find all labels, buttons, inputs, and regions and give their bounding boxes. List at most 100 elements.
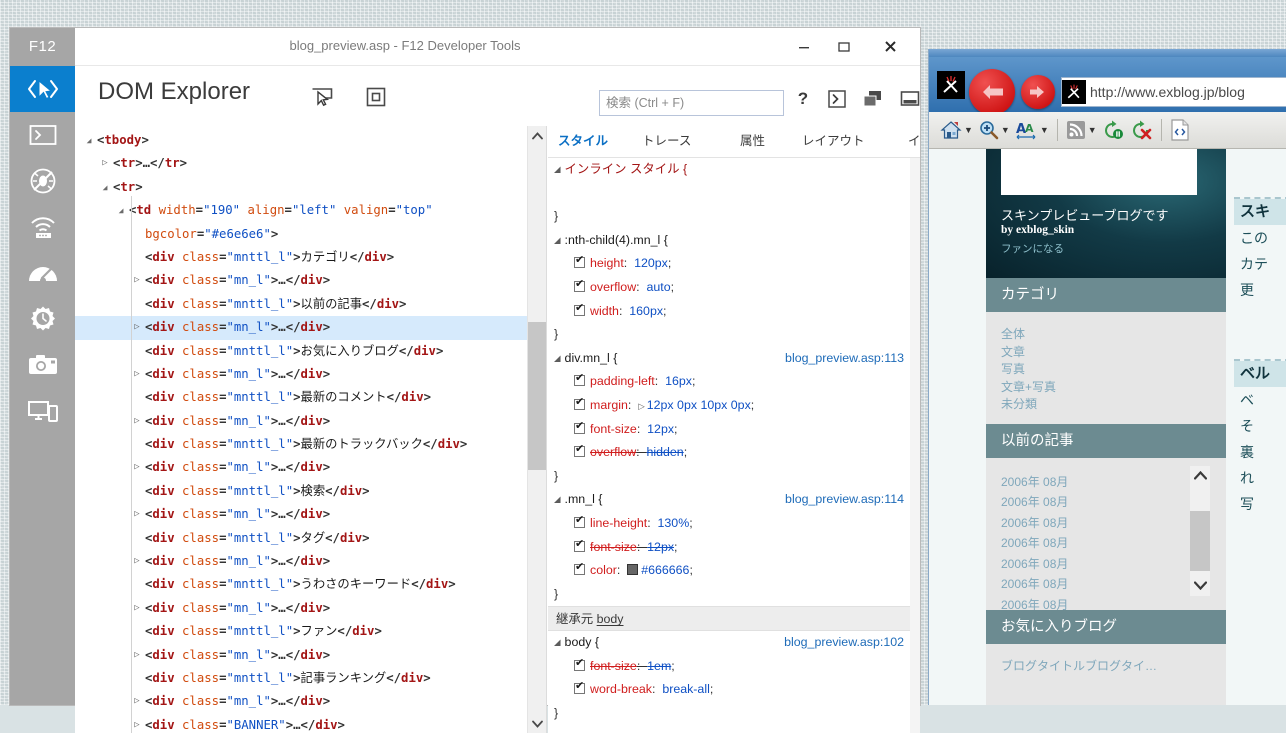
rail-item-emulation[interactable] [10, 388, 75, 434]
twisty-collapsed-icon[interactable]: ▷ [131, 714, 143, 733]
declaration-checkbox[interactable] [574, 371, 585, 387]
dom-node-row[interactable]: <div class="mnttl_l">記事ランキング</div> [75, 667, 528, 690]
declaration-checkbox[interactable] [574, 277, 585, 292]
zoom-button[interactable]: ▼ [979, 120, 1010, 140]
help-button[interactable]: ? [788, 84, 818, 114]
styles-scrollbar[interactable] [910, 158, 920, 733]
css-property-name[interactable]: height [590, 256, 624, 270]
blog-link-favorite-blogs-0[interactable]: ブログタイトルブログタイ… [986, 658, 1226, 676]
css-property-name[interactable]: word-break [590, 682, 652, 696]
declaration-checkbox[interactable] [574, 656, 585, 671]
declaration-checkbox[interactable] [574, 537, 585, 552]
dom-node-row[interactable]: ▷ <div class="mn_l">…</div> [75, 456, 528, 479]
scrollbar-thumb[interactable] [528, 322, 546, 470]
css-property-value[interactable]: hidden [646, 445, 683, 459]
dom-node-row[interactable]: <div class="mnttl_l">カテゴリ</div> [75, 246, 528, 269]
css-declaration[interactable]: overflow: auto; [548, 276, 920, 300]
rail-item-network[interactable] [10, 204, 75, 250]
twisty-collapsed-icon[interactable]: ▷ [131, 550, 143, 573]
cache-enable-button[interactable] [1103, 120, 1125, 140]
css-declaration[interactable]: color: #666666; [548, 559, 920, 583]
dom-node-row[interactable]: ▷ <div class="mn_l">…</div> [75, 503, 528, 526]
twisty-collapsed-icon[interactable]: ▷ [131, 503, 143, 526]
blog-link-archive-6[interactable]: 2006年 08月 [986, 595, 1226, 610]
css-property-name[interactable]: width [590, 304, 619, 318]
css-declaration[interactable]: width: 160px; [548, 300, 920, 324]
css-property-value[interactable]: auto [646, 280, 670, 294]
css-property-value[interactable]: 16px [665, 374, 692, 388]
styles-rule-selector[interactable]: ◢ インライン スタイル { [548, 158, 920, 182]
become-fan-link[interactable]: ファンになる [1001, 241, 1064, 256]
maximize-button[interactable] [824, 28, 864, 65]
back-button[interactable] [969, 69, 1015, 115]
declaration-checkbox[interactable] [574, 679, 585, 695]
dom-node-row[interactable]: <div class="mnttl_l">最新のトラックバック</div> [75, 433, 528, 456]
cache-disable-button[interactable] [1131, 120, 1153, 140]
css-declaration[interactable]: margin: ▷12px 0px 10px 0px; [548, 394, 920, 418]
blog-link-category-4[interactable]: 未分類 [986, 396, 1226, 414]
scroll-down-arrow[interactable] [528, 714, 546, 733]
css-property-name[interactable]: font-size [590, 422, 637, 436]
dom-node-row[interactable]: <div class="mnttl_l">お気に入りブログ</div> [75, 340, 528, 363]
dom-node-row[interactable]: ▷ <div class="mn_l">…</div> [75, 597, 528, 620]
css-property-value[interactable]: 12px [647, 540, 674, 554]
view-source-button[interactable] [1170, 119, 1190, 141]
archive-scroll-up-arrow[interactable] [1190, 466, 1210, 486]
css-property-name[interactable]: overflow [590, 280, 636, 294]
blog-link-category-2[interactable]: 写真 [986, 361, 1226, 379]
declaration-checkbox[interactable] [574, 301, 585, 316]
twisty-collapsed-icon[interactable]: ▷ [99, 152, 111, 175]
dom-node-row[interactable]: ▷ <div class="mn_l">…</div> [75, 316, 528, 340]
blog-link-category-0[interactable]: 全体 [986, 326, 1226, 344]
twisty-collapsed-icon[interactable]: ▷ [131, 597, 143, 620]
shorthand-expand-icon[interactable]: ▷ [638, 401, 645, 411]
zoom-dropdown-caret[interactable]: ▼ [1001, 125, 1010, 135]
twisty-collapsed-icon[interactable]: ▷ [131, 456, 143, 479]
dom-node-row[interactable]: ▷ <div class="mn_l">…</div> [75, 550, 528, 573]
css-property-value[interactable]: 12px [647, 422, 674, 436]
font-size-button[interactable]: A A ▼ [1016, 120, 1049, 140]
declaration-checkbox[interactable] [574, 442, 585, 458]
forward-button[interactable] [1021, 75, 1055, 109]
dom-node-row[interactable]: <div class="mnttl_l">タグ</div> [75, 527, 528, 550]
rail-item-performance[interactable] [10, 250, 75, 296]
styles-rule-selector[interactable]: ◢ .mn_l {blog_preview.asp:114 [548, 488, 920, 512]
collapse-button[interactable] [895, 84, 925, 114]
address-bar[interactable]: http://www.exblog.jp/blog [1061, 77, 1286, 107]
rss-button[interactable]: ▼ [1066, 120, 1097, 140]
dom-node-row[interactable]: <div class="mnttl_l">以前の記事</div> [75, 293, 528, 316]
css-property-name[interactable]: overflow [590, 445, 636, 459]
blog-link-category-1[interactable]: 文章 [986, 344, 1226, 362]
rule-source-link[interactable]: blog_preview.asp:113 [785, 347, 904, 371]
blog-link-category-3[interactable]: 文章+写真 [986, 379, 1226, 397]
rail-item-console[interactable] [10, 112, 75, 158]
styles-rule-selector[interactable]: ◢:nth-child(4).mn_l { [548, 229, 920, 253]
color-swatch[interactable] [627, 564, 639, 576]
search-input[interactable]: 検索 (Ctrl + F) [599, 90, 784, 116]
css-property-value[interactable]: 130% [658, 516, 690, 530]
twisty-expanded-icon[interactable]: ◢ [99, 176, 111, 199]
archive-scrollbar[interactable] [1190, 465, 1210, 596]
rule-expand-icon[interactable]: ◢ [554, 235, 561, 245]
declaration-checkbox[interactable] [574, 419, 585, 434]
rule-expand-icon[interactable]: ◢ [554, 637, 561, 647]
css-declaration[interactable]: padding-left: 16px; [548, 370, 920, 394]
rule-expand-icon[interactable]: ◢ [554, 164, 561, 174]
css-property-value[interactable]: 1em [647, 659, 671, 673]
dom-node-row[interactable]: ◢ <tbody> [75, 129, 528, 152]
rule-source-link[interactable]: blog_preview.asp:114 [785, 488, 904, 512]
twisty-collapsed-icon[interactable]: ▷ [131, 410, 143, 433]
dom-node-row[interactable]: ▷ <div class="BANNER">…</div> [75, 714, 528, 733]
dom-node-row[interactable]: ▷ <div class="mn_l">…</div> [75, 363, 528, 386]
dom-tree-scrollbar[interactable] [527, 126, 546, 733]
styles-tab-1[interactable]: トレース [642, 126, 691, 157]
scroll-up-arrow[interactable] [528, 126, 546, 145]
css-declaration[interactable]: height: 120px; [548, 252, 920, 276]
dom-node-row[interactable]: bgcolor="#e6e6e6"> [75, 223, 528, 246]
css-property-name[interactable]: font-size [590, 540, 637, 554]
dom-node-row[interactable]: <div class="mnttl_l">うわさのキーワード</div> [75, 573, 528, 596]
dom-node-row[interactable]: ▷ <div class="mn_l">…</div> [75, 644, 528, 667]
styles-rules-list[interactable]: ◢インライン スタイル { }◢:nth-child(4).mn_l {heig… [548, 158, 920, 733]
rule-source-link[interactable]: blog_preview.asp:102 [784, 631, 904, 655]
dom-node-row[interactable]: ▷ <div class="mn_l">…</div> [75, 410, 528, 433]
